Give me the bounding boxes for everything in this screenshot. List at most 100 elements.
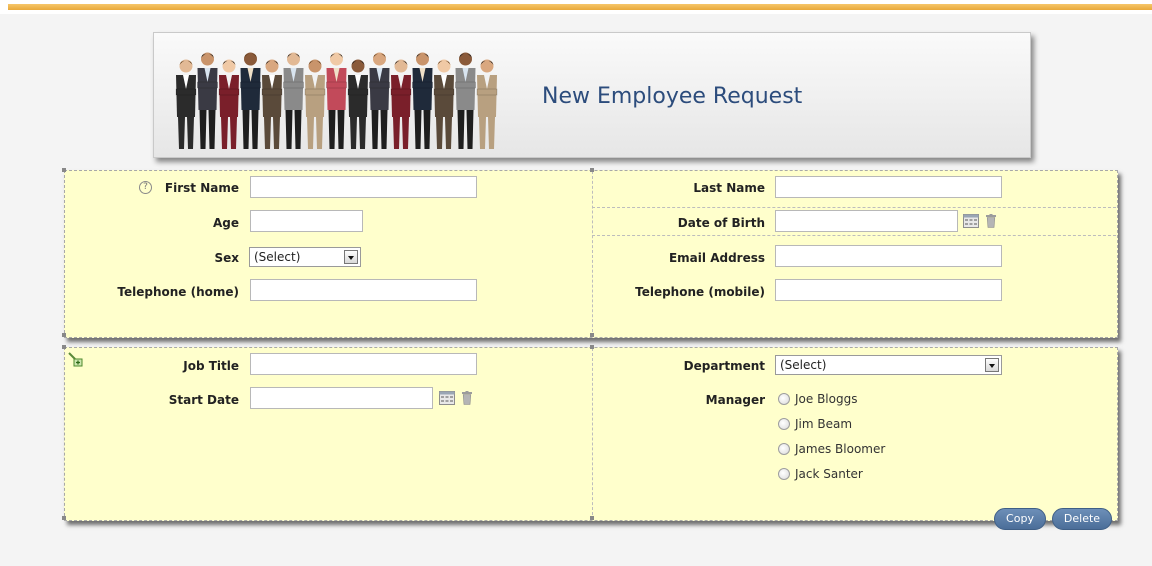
person-figure <box>350 117 366 149</box>
email-address-label: Email Address <box>668 251 765 265</box>
person-figure <box>240 81 261 89</box>
person-figure <box>476 88 498 96</box>
resize-handle[interactable] <box>62 333 66 337</box>
person-figure <box>373 52 386 66</box>
person-figure <box>285 110 302 149</box>
person-figure <box>304 88 326 96</box>
column-divider <box>592 348 593 520</box>
resize-handle[interactable] <box>62 345 66 349</box>
telephone-home-label: Telephone (home) <box>117 285 239 299</box>
person-figure <box>179 59 193 73</box>
manager-radio[interactable] <box>778 443 790 455</box>
last-name-label: Last Name <box>693 181 765 195</box>
trash-icon[interactable] <box>462 391 472 405</box>
column-divider <box>592 171 593 337</box>
person-figure <box>369 81 390 89</box>
chevron-down-icon[interactable] <box>344 250 358 264</box>
header-banner: New Employee Request <box>153 32 1031 158</box>
trash-icon[interactable] <box>986 214 996 228</box>
person-figure <box>308 59 322 73</box>
resize-handle[interactable] <box>590 516 594 520</box>
department-label: Department <box>683 359 765 373</box>
manager-option-label: James Bloomer <box>795 442 886 456</box>
first-name-input[interactable] <box>250 176 477 198</box>
page-title: New Employee Request <box>542 84 803 109</box>
date-of-birth-label: Date of Birth <box>677 216 765 230</box>
first-name-label: First Name <box>164 181 239 195</box>
person-figure <box>178 117 194 149</box>
person-figure <box>287 52 300 66</box>
department-select[interactable]: (Select) <box>775 355 1002 375</box>
job-details-section: Job Title Start Date Department (Select)… <box>62 345 1118 530</box>
person-figure <box>218 88 240 96</box>
resize-handle[interactable] <box>590 333 594 337</box>
start-date-input[interactable] <box>250 387 433 409</box>
top-accent-bar <box>0 0 1152 14</box>
person-figure <box>414 110 431 149</box>
job-title-label: Job Title <box>183 359 239 373</box>
resize-handle[interactable] <box>590 168 594 172</box>
top-stripe <box>8 4 1152 10</box>
person-figure <box>371 110 388 149</box>
person-figure <box>242 110 259 149</box>
person-figure <box>437 59 451 73</box>
manager-radio[interactable] <box>778 418 790 430</box>
last-name-input[interactable] <box>775 176 1002 198</box>
date-of-birth-input[interactable] <box>775 210 958 232</box>
resize-handle[interactable] <box>62 516 66 520</box>
personal-details-section: ? First Name Age Sex (Select) Telephone … <box>62 168 1118 338</box>
telephone-home-input[interactable] <box>250 279 477 301</box>
age-input[interactable] <box>250 210 363 232</box>
person-figure <box>347 88 369 96</box>
manager-label: Manager <box>705 393 765 407</box>
person-figure <box>326 81 347 89</box>
calendar-icon[interactable] <box>439 391 455 405</box>
manager-radio[interactable] <box>778 468 790 480</box>
person-figure <box>433 88 455 96</box>
resize-handle[interactable] <box>590 345 594 349</box>
sex-selected-value: (Select) <box>254 250 301 264</box>
start-date-label: Start Date <box>168 393 239 407</box>
manager-option-label: Jack Santer <box>795 467 863 481</box>
person-figure <box>459 52 472 66</box>
calendar-icon[interactable] <box>963 214 979 228</box>
person-figure <box>394 59 408 73</box>
telephone-mobile-label: Telephone (mobile) <box>635 285 765 299</box>
person-figure <box>197 81 218 89</box>
chevron-down-icon[interactable] <box>985 358 999 372</box>
person-figure <box>222 59 236 73</box>
email-address-input[interactable] <box>775 245 1002 267</box>
person-figure <box>261 88 283 96</box>
person-figure <box>393 117 409 149</box>
person-figure <box>416 52 429 66</box>
delete-button[interactable]: Delete <box>1052 508 1112 530</box>
person-figure <box>436 117 452 149</box>
person-figure <box>264 117 280 149</box>
person-figure <box>221 117 237 149</box>
person-figure <box>307 117 323 149</box>
add-section-icon[interactable] <box>67 351 85 369</box>
department-selected-value: (Select) <box>780 358 827 372</box>
manager-radio[interactable] <box>778 393 790 405</box>
resize-handle[interactable] <box>62 168 66 172</box>
person-figure <box>175 88 197 96</box>
person-figure <box>328 110 345 149</box>
person-figure <box>265 59 279 73</box>
person-figure <box>390 88 412 96</box>
telephone-mobile-input[interactable] <box>775 279 1002 301</box>
person-figure <box>330 52 343 66</box>
manager-option-label: Joe Bloggs <box>795 392 858 406</box>
copy-button[interactable]: Copy <box>994 508 1046 530</box>
job-title-input[interactable] <box>250 353 477 375</box>
sex-select[interactable]: (Select) <box>249 247 361 267</box>
age-label: Age <box>212 216 239 230</box>
person-figure <box>479 117 495 149</box>
person-figure <box>457 110 474 149</box>
person-figure <box>199 110 216 149</box>
person-figure <box>351 59 365 73</box>
person-figure <box>480 59 494 73</box>
person-figure <box>455 81 476 89</box>
person-figure <box>412 81 433 89</box>
person-figure <box>283 81 304 89</box>
person-figure <box>201 52 214 66</box>
